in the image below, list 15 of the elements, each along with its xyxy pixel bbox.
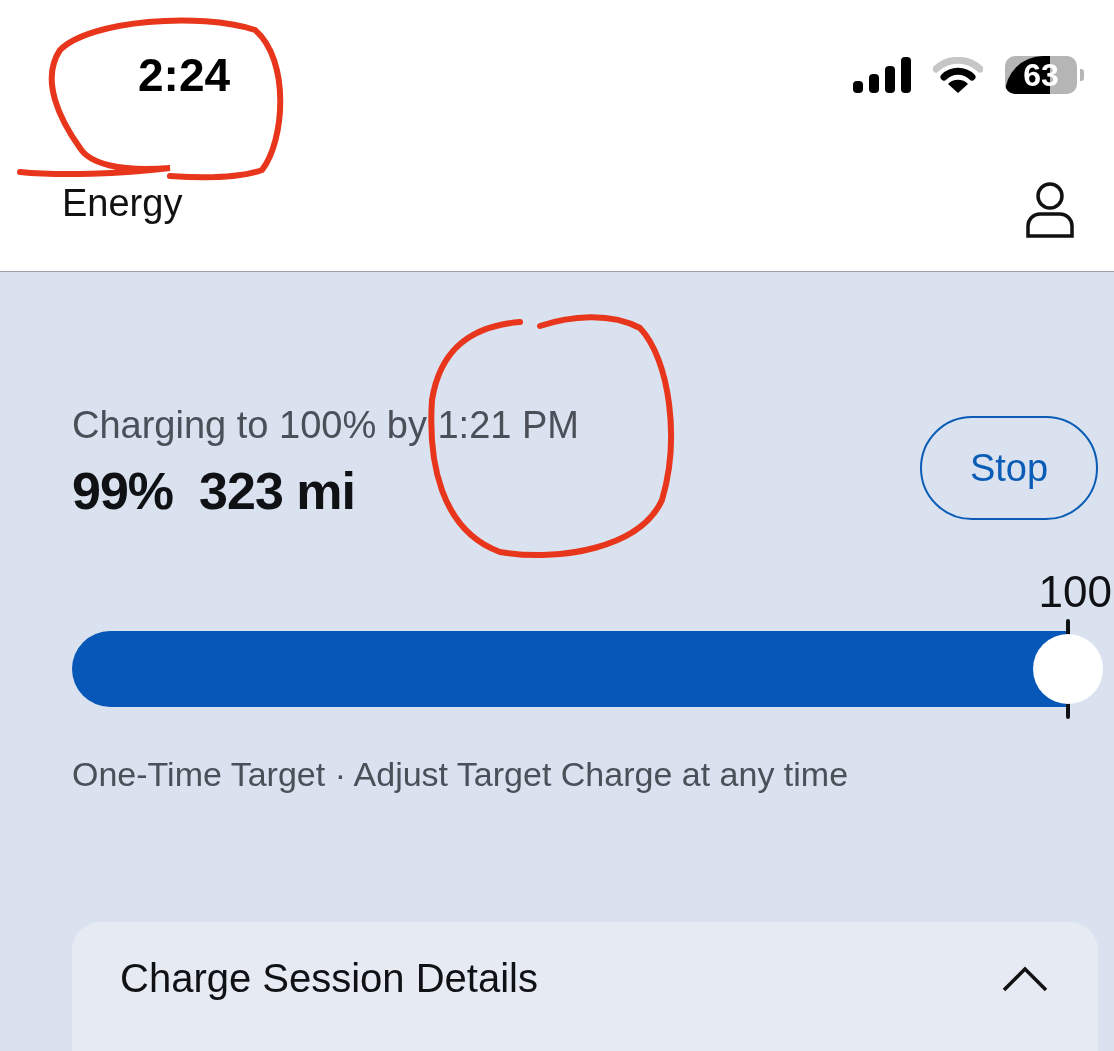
chevron-icon[interactable] xyxy=(1002,966,1048,992)
profile-icon[interactable] xyxy=(1026,182,1074,238)
charge-percent: 99% xyxy=(72,461,174,521)
target-caption: One-Time Target · Adjust Target Charge at any time xyxy=(72,755,850,794)
status-time: 2:24 xyxy=(138,48,231,102)
wifi-icon xyxy=(933,57,983,93)
target-label: 100 xyxy=(1038,567,1112,617)
charging-status: Charging to 100% by 1:21 PM xyxy=(72,404,579,447)
details-card[interactable]: Charge Session Details xyxy=(72,922,1098,1051)
signal-icon xyxy=(853,57,911,93)
stop-button[interactable]: Stop xyxy=(920,416,1098,520)
slider-track[interactable] xyxy=(72,619,1104,719)
card-title: Charge Session Details xyxy=(120,956,538,1001)
page-title: Energy xyxy=(62,182,183,225)
range-estimate: 323 mi xyxy=(199,461,355,521)
